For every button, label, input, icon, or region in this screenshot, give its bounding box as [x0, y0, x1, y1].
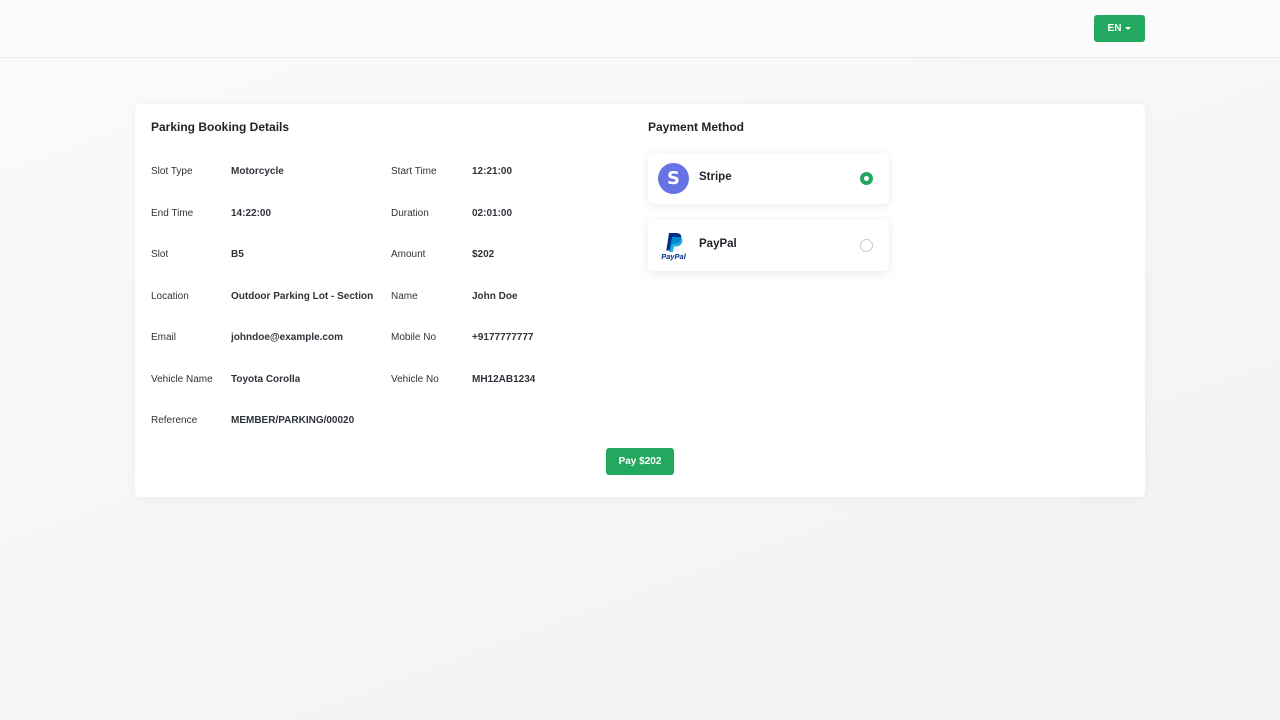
paypal-logo-text: PayPal [661, 252, 687, 261]
amount-value: $202 [472, 249, 495, 260]
slot-type-value: Motorcycle [231, 166, 284, 177]
reference-label: Reference [151, 415, 198, 426]
name-value: John Doe [472, 290, 518, 302]
details-row: Email johndoe@example.com Mobile No +917… [151, 332, 611, 374]
vehicle-name-label: Vehicle Name [151, 373, 213, 385]
details-row: End Time 14:22:00 Duration 02:01:00 [151, 208, 611, 250]
payment-option-stripe[interactable]: S Stripe [648, 153, 889, 204]
location-value: Outdoor Parking Lot - Section C [231, 290, 376, 302]
duration-value: 02:01:00 [472, 207, 513, 219]
slot-value: B5 [231, 249, 244, 260]
stripe-radio[interactable] [860, 172, 873, 185]
start-time-value: 12:21:00 [472, 166, 513, 177]
name-label: Name [391, 290, 418, 302]
email-label: Email [151, 332, 177, 343]
details-row: Vehicle Name Toyota Corolla Vehicle No M… [151, 374, 611, 416]
language-label: EN [1107, 23, 1122, 34]
slot-type-label: Slot Type [151, 166, 193, 177]
duration-label: Duration [391, 207, 429, 219]
payment-option-paypal[interactable]: PayPal PayPal [648, 220, 889, 271]
end-time-value: 14:22:00 [231, 207, 272, 219]
details-row: Slot Type Motorcycle Start Time 12:21:00 [151, 166, 611, 208]
start-time-label: Start Time [391, 166, 437, 177]
caret-down-icon [1125, 27, 1132, 30]
email-value: johndoe@example.com [231, 332, 343, 343]
details-row: Reference MEMBER/PARKING/00020 [151, 415, 611, 457]
payment-method-title: Payment Method [648, 120, 745, 134]
payment-option-label: PayPal [699, 238, 737, 250]
top-bar: EN [0, 0, 1280, 58]
location-label: Location [151, 290, 189, 302]
paypal-logo-icon: PayPal [661, 233, 687, 261]
stripe-logo-icon: S [658, 163, 689, 194]
pay-button[interactable]: Pay $202 [606, 448, 674, 475]
language-dropdown-button[interactable]: EN [1094, 15, 1145, 42]
details-row: Slot B5 Amount $202 [151, 249, 611, 291]
mobile-no-value: +9177777777 [472, 332, 534, 343]
booking-details-title: Parking Booking Details [151, 120, 290, 134]
vehicle-no-value: MH12AB1234 [472, 373, 536, 385]
paypal-radio[interactable] [860, 239, 873, 252]
vehicle-no-label: Vehicle No [391, 373, 439, 385]
booking-details-grid: Slot Type Motorcycle Start Time 12:21:00… [151, 166, 611, 457]
vehicle-name-value: Toyota Corolla [231, 373, 301, 385]
slot-label: Slot [151, 249, 169, 260]
booking-card: Parking Booking Details Slot Type Motorc… [135, 104, 1145, 497]
payment-option-label: Stripe [699, 171, 732, 183]
end-time-label: End Time [151, 207, 194, 219]
mobile-no-label: Mobile No [391, 332, 437, 343]
details-row: Location Outdoor Parking Lot - Section C… [151, 291, 611, 333]
reference-value: MEMBER/PARKING/00020 [231, 415, 355, 426]
amount-label: Amount [391, 249, 426, 260]
